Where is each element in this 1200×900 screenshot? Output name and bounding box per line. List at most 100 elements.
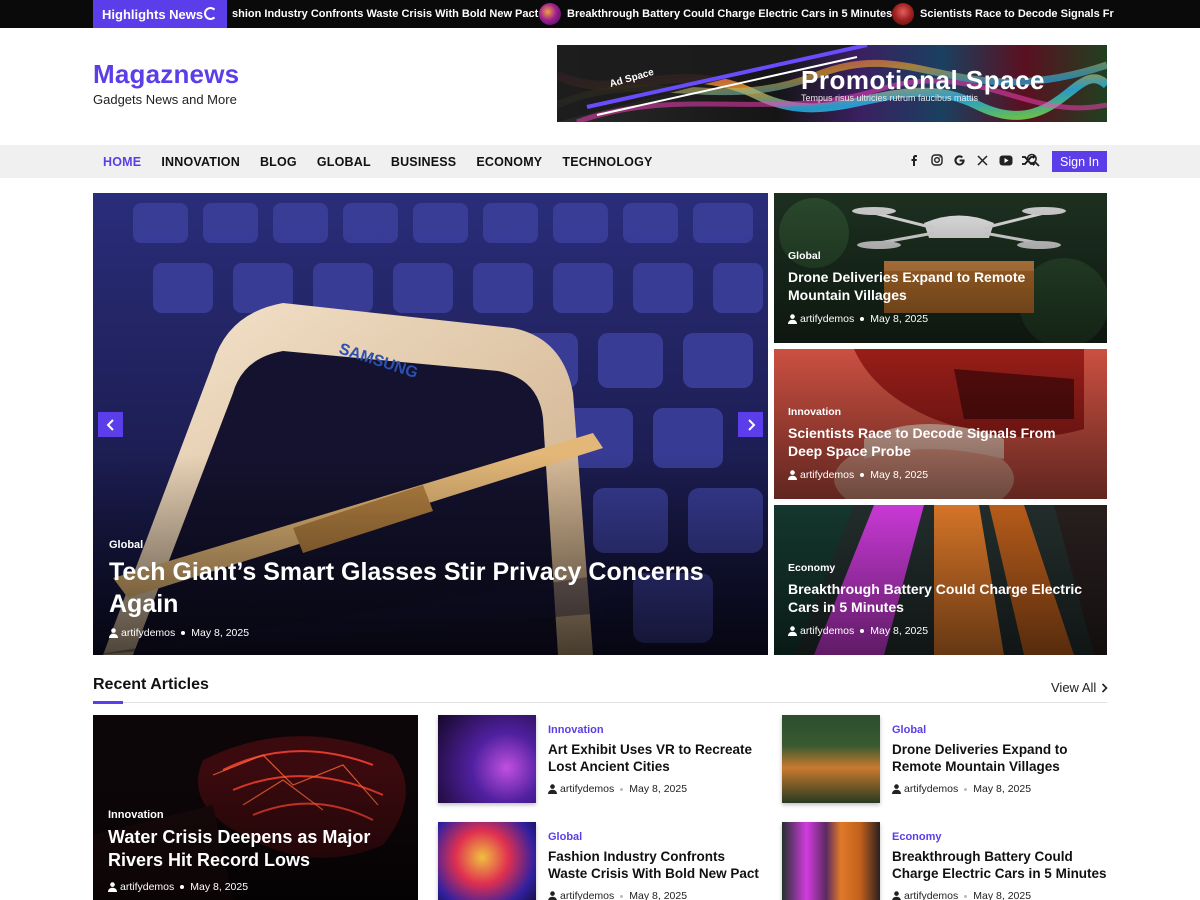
hero-slider[interactable]: SAMSUNG Global Tech Giant’s Smart Glasse…: [93, 193, 768, 655]
hero-category[interactable]: Global: [109, 539, 143, 551]
meta-separator: [860, 629, 865, 633]
card-author[interactable]: artifydemos: [560, 783, 614, 795]
search-icon[interactable]: [1026, 153, 1042, 169]
meta-separator: [180, 885, 185, 889]
card-date: May 8, 2025: [870, 469, 929, 481]
facebook-icon[interactable]: [902, 154, 925, 169]
chevron-left-icon: [106, 418, 114, 431]
ad-banner[interactable]: Ad Space Promotional Space Tempus risus …: [557, 45, 1107, 122]
card-date: May 8, 2025: [629, 890, 688, 900]
list-item[interactable]: Economy Breakthrough Battery Could Charg…: [782, 822, 1107, 900]
google-icon[interactable]: [948, 154, 971, 170]
loading-spinner-icon: [204, 7, 217, 20]
card-category[interactable]: Innovation: [788, 406, 841, 418]
card-title[interactable]: Drone Deliveries Expand to Remote Mounta…: [892, 741, 1107, 775]
user-icon: [788, 626, 797, 636]
list-item[interactable]: Global Fashion Industry Confronts Waste …: [438, 822, 763, 900]
youtube-icon[interactable]: [994, 155, 1017, 169]
list-item[interactable]: Innovation Art Exhibit Uses VR to Recrea…: [438, 715, 763, 803]
meta-separator: [620, 894, 624, 898]
hero-title[interactable]: Tech Giant’s Smart Glasses Stir Privacy …: [109, 556, 729, 620]
article-thumbnail: [438, 715, 536, 803]
card-category[interactable]: Global: [788, 250, 821, 262]
hero-overlay: [93, 455, 768, 655]
nav-item-business[interactable]: BUSINESS: [391, 155, 457, 169]
meta-separator: [860, 317, 865, 321]
user-icon: [548, 784, 557, 794]
card-author[interactable]: artifydemos: [800, 313, 854, 325]
card-category[interactable]: Global: [892, 724, 926, 736]
nav-item-technology[interactable]: TECHNOLOGY: [562, 155, 652, 169]
ticker-item[interactable]: shion Industry Confronts Waste Crisis Wi…: [232, 0, 538, 28]
card-category[interactable]: Innovation: [108, 809, 164, 821]
user-icon: [892, 784, 901, 794]
card-title[interactable]: Breakthrough Battery Could Charge Electr…: [788, 580, 1088, 616]
card-title[interactable]: Scientists Race to Decode Signals From D…: [788, 424, 1088, 460]
hero-meta: artifydemos May 8, 2025: [109, 627, 249, 639]
card-title[interactable]: Breakthrough Battery Could Charge Electr…: [892, 848, 1107, 882]
card-author[interactable]: artifydemos: [904, 890, 958, 900]
ticker-thumbnail: [892, 3, 914, 25]
section-divider: [93, 702, 1107, 703]
ad-subtitle: Tempus risus ultricies rutrum faucibus m…: [801, 93, 979, 103]
nav-item-innovation[interactable]: INNOVATION: [161, 155, 240, 169]
card-meta: artifydemos May 8, 2025: [892, 890, 1031, 900]
view-all-label: View All: [1051, 680, 1097, 695]
ticker-label-text: Highlights News: [102, 6, 204, 22]
card-title[interactable]: Art Exhibit Uses VR to Recreate Lost Anc…: [548, 741, 763, 775]
nav-item-blog[interactable]: BLOG: [260, 155, 297, 169]
card-category[interactable]: Economy: [892, 831, 942, 843]
ticker-item-text: Scientists Race to Decode Signals Fr: [920, 8, 1114, 20]
view-all-link[interactable]: View All: [1051, 680, 1108, 695]
card-title[interactable]: Water Crisis Deepens as Major Rivers Hit…: [108, 826, 398, 872]
card-category[interactable]: Global: [548, 831, 582, 843]
ad-title: Promotional Space: [801, 65, 1045, 95]
slider-next-button[interactable]: [738, 412, 763, 437]
site-brand[interactable]: Magaznews Gadgets News and More: [93, 58, 239, 107]
social-icons: [902, 145, 1040, 178]
ticker-item-text: Breakthrough Battery Could Charge Electr…: [567, 8, 893, 20]
card-meta: artifydemos May 8, 2025: [548, 890, 687, 900]
sign-in-button[interactable]: Sign In: [1052, 151, 1107, 172]
hero-author[interactable]: artifydemos: [121, 627, 175, 639]
nav-links: HOME INNOVATION BLOG GLOBAL BUSINESS ECO…: [93, 145, 663, 178]
side-card[interactable]: Innovation Scientists Race to Decode Sig…: [774, 349, 1107, 499]
card-date: May 8, 2025: [190, 881, 249, 893]
card-meta: artifydemos May 8, 2025: [788, 625, 928, 637]
slider-prev-button[interactable]: [98, 412, 123, 437]
card-author[interactable]: artifydemos: [904, 783, 958, 795]
ticker-item[interactable]: Scientists Race to Decode Signals Fr: [892, 0, 1114, 28]
featured-article[interactable]: Innovation Water Crisis Deepens as Major…: [93, 715, 418, 900]
card-author[interactable]: artifydemos: [560, 890, 614, 900]
user-icon: [788, 314, 797, 324]
section-accent-bar: [93, 701, 123, 704]
ticker-item[interactable]: Breakthrough Battery Could Charge Electr…: [539, 0, 892, 28]
card-title[interactable]: Fashion Industry Confronts Waste Crisis …: [548, 848, 763, 882]
meta-separator: [620, 787, 624, 791]
nav-item-global[interactable]: GLOBAL: [317, 155, 371, 169]
card-title[interactable]: Drone Deliveries Expand to Remote Mounta…: [788, 268, 1088, 304]
card-date: May 8, 2025: [629, 783, 688, 795]
card-author[interactable]: artifydemos: [120, 881, 174, 893]
card-meta: artifydemos May 8, 2025: [788, 469, 928, 481]
meta-separator: [181, 631, 186, 635]
card-date: May 8, 2025: [870, 625, 929, 637]
list-item[interactable]: Global Drone Deliveries Expand to Remote…: [782, 715, 1107, 803]
card-author[interactable]: artifydemos: [800, 469, 854, 481]
instagram-icon[interactable]: [925, 154, 948, 169]
meta-separator: [860, 473, 865, 477]
x-icon[interactable]: [971, 154, 994, 169]
card-author[interactable]: artifydemos: [800, 625, 854, 637]
nav-item-economy[interactable]: ECONOMY: [476, 155, 542, 169]
user-icon: [548, 891, 557, 900]
card-category[interactable]: Innovation: [548, 724, 604, 736]
meta-separator: [964, 894, 968, 898]
side-card[interactable]: Economy Breakthrough Battery Could Charg…: [774, 505, 1107, 655]
card-meta: artifydemos May 8, 2025: [108, 881, 248, 893]
nav-item-home[interactable]: HOME: [103, 155, 141, 169]
card-category[interactable]: Economy: [788, 562, 835, 574]
side-card[interactable]: Global Drone Deliveries Expand to Remote…: [774, 193, 1107, 343]
site-tagline: Gadgets News and More: [93, 92, 237, 107]
user-icon: [109, 628, 118, 638]
card-meta: artifydemos May 8, 2025: [548, 783, 687, 795]
